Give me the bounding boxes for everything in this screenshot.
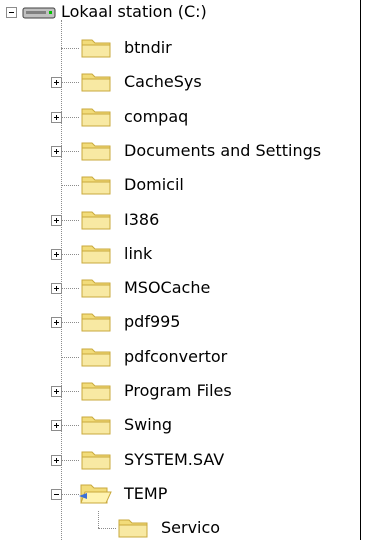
branch-line	[61, 253, 79, 255]
tree-item-label: link	[124, 243, 153, 263]
folder-icon	[81, 313, 111, 332]
pane-border	[360, 0, 361, 540]
folder-open-icon	[79, 484, 112, 504]
expand-toggle[interactable]	[51, 145, 62, 157]
branch-line	[61, 425, 79, 427]
folder-icon	[81, 73, 111, 92]
tree-item-label: Swing	[124, 415, 172, 435]
expand-toggle[interactable]	[51, 454, 62, 466]
tree-item-label: MSOCache	[124, 278, 211, 298]
folder-icon	[81, 348, 111, 367]
folder-icon	[81, 451, 111, 470]
tree-item-label: Documents and Settings	[124, 140, 322, 160]
branch-line	[61, 116, 79, 118]
folder-icon	[81, 382, 111, 401]
branch-line	[61, 82, 79, 84]
tree-item-label: CacheSys	[124, 72, 202, 92]
expand-toggle[interactable]	[51, 111, 62, 123]
tree-item-label: Servico	[161, 518, 221, 538]
branch-line	[61, 459, 79, 461]
folder-icon	[81, 416, 111, 435]
branch-line	[61, 356, 79, 358]
expand-toggle[interactable]	[51, 214, 62, 226]
folder-icon	[81, 108, 111, 127]
branch-line	[98, 511, 99, 529]
tree-item-label: pdf995	[124, 312, 181, 332]
folder-icon	[81, 211, 111, 229]
collapse-toggle[interactable]	[51, 488, 62, 500]
root-label: Lokaal station (C:)	[61, 2, 207, 21]
branch-line	[61, 322, 79, 324]
drive-icon	[22, 7, 56, 19]
folder-icon	[81, 142, 111, 161]
expand-toggle[interactable]	[51, 317, 62, 329]
branch-line	[98, 528, 116, 530]
tree-item-label: pdfconvertor	[124, 346, 228, 366]
folder-icon	[118, 519, 148, 538]
folder-icon	[81, 245, 111, 264]
branch-line	[61, 150, 79, 152]
branch-line	[61, 185, 79, 187]
tree-item-label: Program Files	[124, 381, 232, 400]
tree-item-label: Domicil	[124, 175, 184, 195]
branch-line	[61, 288, 79, 290]
folder-tree: Lokaal station (C:) btndir CacheSys comp…	[0, 0, 366, 540]
tree-item-label: btndir	[124, 38, 172, 57]
expand-toggle[interactable]	[51, 283, 62, 295]
folder-icon	[81, 39, 111, 58]
root-collapse-toggle[interactable]	[6, 7, 17, 18]
tree-item-label: I386	[124, 209, 160, 229]
branch-line	[61, 493, 79, 495]
expand-toggle[interactable]	[51, 420, 62, 432]
expand-toggle[interactable]	[51, 77, 62, 89]
branch-line	[61, 48, 79, 49]
folder-icon	[81, 176, 111, 195]
expand-toggle[interactable]	[51, 386, 62, 397]
tree-item-label: TEMP	[124, 483, 168, 503]
tree-item-label: compaq	[124, 106, 189, 126]
branch-line	[61, 219, 79, 221]
folder-icon	[81, 279, 111, 298]
branch-line	[61, 391, 79, 392]
expand-toggle[interactable]	[51, 248, 62, 260]
tree-item-label: SYSTEM.SAV	[124, 449, 225, 469]
